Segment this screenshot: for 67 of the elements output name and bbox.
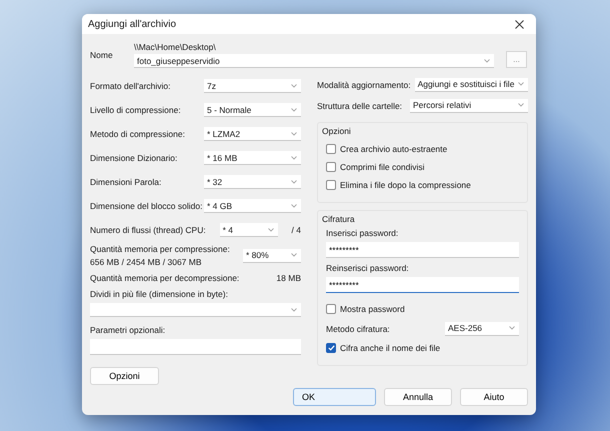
parameters-field[interactable] [90, 339, 301, 355]
dropdown[interactable]: * 80% [243, 248, 301, 262]
dropdown[interactable]: * 4 [220, 223, 278, 237]
checkbox[interactable] [326, 144, 336, 154]
checkbox[interactable] [326, 162, 336, 172]
chevron-down-icon [291, 204, 297, 208]
dropdown[interactable]: * 32 [204, 175, 301, 189]
chevron-down-icon [291, 156, 297, 160]
group-title: Opzioni [322, 126, 352, 136]
memory-value: 18 MB [276, 273, 301, 283]
password-field[interactable]: ********* [326, 277, 519, 293]
file-name-dropdown[interactable]: foto_giuseppeservidio [134, 54, 494, 68]
field-label: Livello di compressione: [90, 105, 181, 115]
memory-usage: 656 MB / 2454 MB / 3067 MB [90, 257, 203, 267]
field-label: Parametri opzionali: [90, 325, 166, 335]
dropdown[interactable]: * 16 MB [204, 151, 301, 165]
chevron-down-icon [518, 103, 524, 107]
chevron-down-icon [291, 180, 297, 184]
chevron-down-icon [509, 326, 515, 330]
field-label: Dimensioni Parola: [90, 177, 162, 187]
close-icon [514, 20, 524, 28]
field-label: Metodo di compressione: [90, 129, 185, 139]
checkbox-label: Mostra password [340, 304, 405, 314]
chevron-down-icon [518, 82, 524, 86]
checkbox-label: Comprimi file condivisi [340, 162, 425, 172]
field-label: Formato dell'archivio: [90, 81, 171, 91]
field-label: Dimensione del blocco solido: [90, 201, 202, 211]
checkbox-label: Elimina i file dopo la compressione [340, 180, 471, 190]
dropdown[interactable]: AES-256 [445, 322, 519, 336]
chevron-down-icon [291, 308, 297, 312]
dropdown[interactable]: 5 - Normale [204, 103, 301, 117]
dropdown[interactable]: * 4 GB [204, 199, 301, 213]
group-title: Cifratura [322, 214, 356, 224]
dropdown[interactable]: * LZMA2 [204, 127, 301, 141]
folder-path: \\Mac\Home\Desktop\ [134, 42, 217, 52]
field-label: Struttura delle cartelle: [317, 100, 402, 110]
dialog-button[interactable]: Aiuto [460, 388, 528, 406]
checkbox[interactable] [326, 304, 336, 314]
chevron-down-icon [291, 108, 297, 112]
checkbox-label: Crea archivio auto-estraente [340, 144, 448, 154]
checkbox-label: Cifra anche il nome dei file [340, 343, 440, 353]
window-title: Aggiungi all'archivio [88, 18, 176, 30]
checkbox[interactable] [326, 343, 336, 353]
dropdown[interactable]: 7z [204, 79, 301, 93]
chevron-down-icon [291, 253, 297, 257]
field-label: Dividi in più file (dimensione in byte): [90, 289, 229, 299]
field-label: Nome [90, 50, 114, 60]
field-label: Dimensione Dizionario: [90, 153, 178, 163]
chevron-down-icon [484, 58, 490, 62]
field-label: Modalità aggiornamento: [317, 80, 411, 90]
chevron-down-icon [291, 84, 297, 88]
field-label: Numero di flussi (thread) CPU: [90, 225, 206, 235]
dropdown[interactable]: Percorsi relativi [410, 98, 528, 112]
thread-max: / 4 [292, 225, 301, 235]
options-button[interactable]: Opzioni [90, 367, 159, 385]
chevron-down-icon [268, 228, 274, 232]
checkbox[interactable] [326, 180, 336, 190]
chevron-down-icon [291, 132, 297, 136]
password-field[interactable]: ********* [326, 242, 519, 258]
field-label: Inserisci password: [326, 228, 400, 238]
dialog-button[interactable]: OK [293, 388, 376, 406]
field-label: Reinserisci password: [326, 263, 410, 273]
field-label: Quantità memoria per decompressione: [90, 273, 240, 283]
dropdown[interactable]: Aggiungi e sostituisci i file [414, 78, 528, 92]
field-label: Quantità memoria per compressione: [90, 244, 230, 254]
dialog-button[interactable]: Annulla [384, 388, 452, 406]
field-label: Metodo cifratura: [326, 324, 390, 334]
